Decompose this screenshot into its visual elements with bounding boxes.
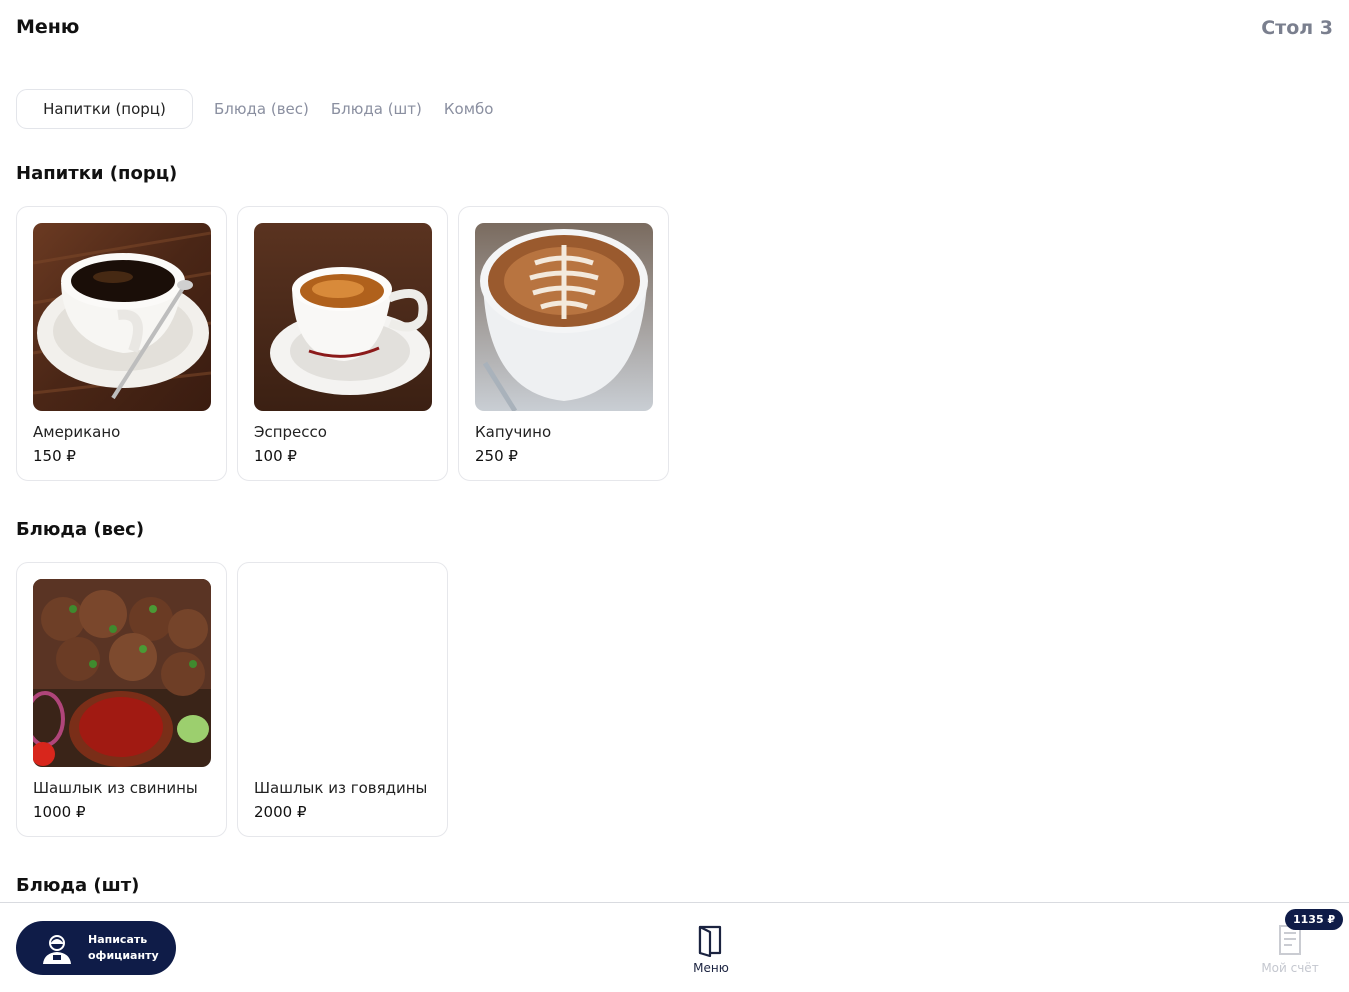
page-title: Меню: [16, 16, 80, 38]
call-waiter-line1: Написать: [88, 933, 148, 946]
item-name: Эспрессо: [254, 423, 327, 441]
tab-dishes-pieces[interactable]: Блюда (шт): [320, 89, 433, 129]
empty-photo-placeholder: [254, 579, 432, 767]
item-name: Американо: [33, 423, 121, 441]
item-name: Шашлык из говядины: [254, 779, 428, 797]
dishes-weight-grid: Шашлык из свинины 1000 ₽ Шашлык из говяд…: [16, 562, 448, 837]
nav-bill-label: Мой счёт: [1261, 961, 1319, 975]
category-tabs: Напитки (порц) Блюда (вес) Блюда (шт) Ко…: [16, 89, 504, 129]
bill-total-badge: 1135 ₽: [1285, 909, 1344, 930]
tab-drinks[interactable]: Напитки (порц): [16, 89, 193, 129]
item-name: Капучино: [475, 423, 552, 441]
menu-item-card[interactable]: Шашлык из свинины 1000 ₽: [16, 562, 227, 837]
tab-combo[interactable]: Комбо: [433, 89, 505, 129]
call-waiter-label: Написать официанту: [88, 932, 168, 964]
item-name: Шашлык из свинины: [33, 779, 198, 797]
nav-menu-label: Меню: [693, 961, 729, 975]
item-price: 2000 ₽: [254, 803, 307, 821]
menu-item-card[interactable]: Шашлык из говядины 2000 ₽: [237, 562, 448, 837]
section-title-dishes-weight: Блюда (вес): [16, 519, 145, 540]
call-waiter-button[interactable]: Написать официанту: [16, 921, 176, 975]
drinks-grid: Американо 150 ₽ Эспрессо 100 ₽ Капучино …: [16, 206, 669, 481]
section-title-drinks: Напитки (порц): [16, 163, 178, 184]
tab-dishes-weight[interactable]: Блюда (вес): [203, 89, 320, 129]
menu-item-card[interactable]: Эспрессо 100 ₽: [237, 206, 448, 481]
table-label: Стол 3: [1261, 17, 1333, 39]
espresso-photo: [254, 223, 432, 411]
item-price: 1000 ₽: [33, 803, 86, 821]
item-price: 100 ₽: [254, 447, 297, 465]
waiter-icon: [43, 935, 71, 964]
cappuccino-photo: [475, 223, 653, 411]
menu-item-card[interactable]: Американо 150 ₽: [16, 206, 227, 481]
nav-menu[interactable]: Меню: [680, 923, 742, 979]
section-title-dishes-pieces: Блюда (шт): [16, 875, 140, 896]
call-waiter-line2: официанту: [88, 949, 159, 962]
item-price: 150 ₽: [33, 447, 76, 465]
item-price: 250 ₽: [475, 447, 518, 465]
bottom-nav-bar: Написать официанту Меню Мой счёт: [0, 902, 1349, 992]
menu-page: Меню Стол 3 Напитки (порц) Блюда (вес) Б…: [0, 0, 1349, 992]
americano-photo: [33, 223, 211, 411]
pork-shashlik-photo: [33, 579, 211, 767]
nav-my-bill[interactable]: Мой счёт: [1254, 923, 1326, 979]
menu-book-icon: [698, 925, 722, 957]
menu-item-card[interactable]: Капучино 250 ₽: [458, 206, 669, 481]
